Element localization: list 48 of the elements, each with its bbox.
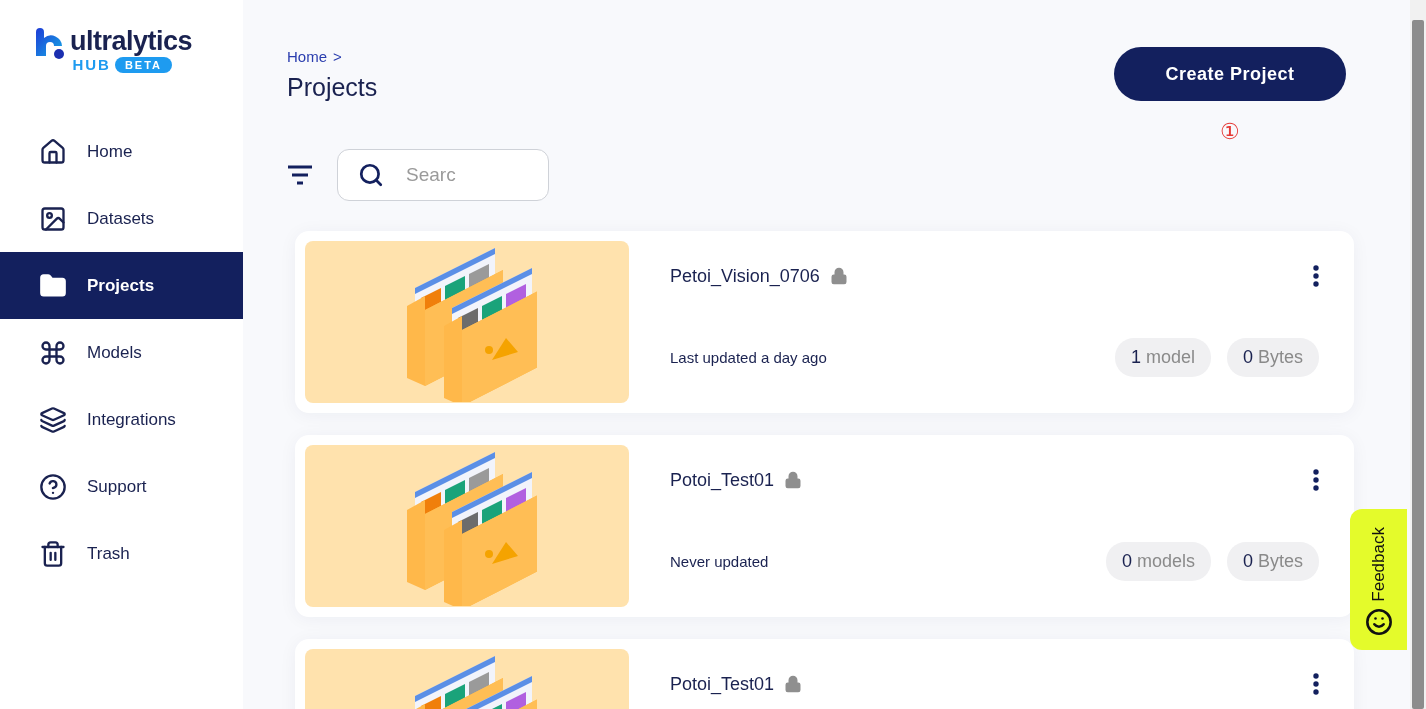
search-input[interactable]: Searc [404,163,518,187]
search-field[interactable]: Searc [337,149,549,201]
page-title: Projects [287,73,378,102]
command-icon [39,338,67,367]
project-card[interactable]: Potoi_Test01 Never updated 0 models 0 Bytes [295,435,1354,617]
scrollbar[interactable] [1410,0,1426,709]
more-menu-button[interactable] [1313,673,1319,695]
folder-icon [39,271,67,300]
last-updated-text: Last updated a day ago [670,349,827,366]
sidebar-item[interactable]: Projects [0,252,243,319]
more-icon [1313,673,1319,695]
logo-icon [34,28,66,60]
more-menu-button[interactable] [1313,469,1319,491]
sidebar-item[interactable]: Support [0,453,243,520]
breadcrumb-link[interactable]: Home [287,48,327,65]
logo-product: HUB [72,56,111,73]
sidebar-item[interactable]: Trash [0,520,243,587]
trash-icon [39,539,67,568]
more-icon [1313,265,1319,287]
more-icon [1313,469,1319,491]
logo-name: ultralytics [70,26,193,56]
smile-icon [1364,608,1393,636]
sidebar-item[interactable]: Models [0,319,243,386]
models-count-pill: 0 models [1105,542,1211,581]
sidebar-item[interactable]: Home [0,118,243,185]
help-icon [39,472,67,501]
sidebar-item[interactable]: Datasets [0,185,243,252]
annotation-number: ① [1220,119,1240,145]
filter-icon[interactable] [287,165,313,185]
layers-icon [39,405,67,434]
size-pill: 0 Bytes [1226,338,1319,377]
more-menu-button[interactable] [1313,265,1319,287]
beta-badge: BETA [114,56,173,73]
create-project-button[interactable]: Create Project [1114,47,1346,101]
project-name: Potoi_Test01 [670,469,775,491]
breadcrumb-separator: > [333,48,342,65]
last-updated-text: Never updated [670,553,769,570]
project-name: Petoi_Vision_0706 [670,265,820,287]
sidebar-item[interactable]: Integrations [0,386,243,453]
search-icon [358,162,384,188]
project-card[interactable]: Potoi_Test01 [295,639,1354,709]
home-icon [39,137,67,166]
models-count-pill: 1 model [1114,338,1211,377]
project-name: Potoi_Test01 [670,673,775,695]
project-card[interactable]: Petoi_Vision_0706 Last updated a day ago 1 model 0 Bytes [295,231,1354,413]
feedback-tab[interactable]: Feedback [1350,509,1407,650]
image-icon [39,204,67,233]
size-pill: 0 Bytes [1226,542,1319,581]
